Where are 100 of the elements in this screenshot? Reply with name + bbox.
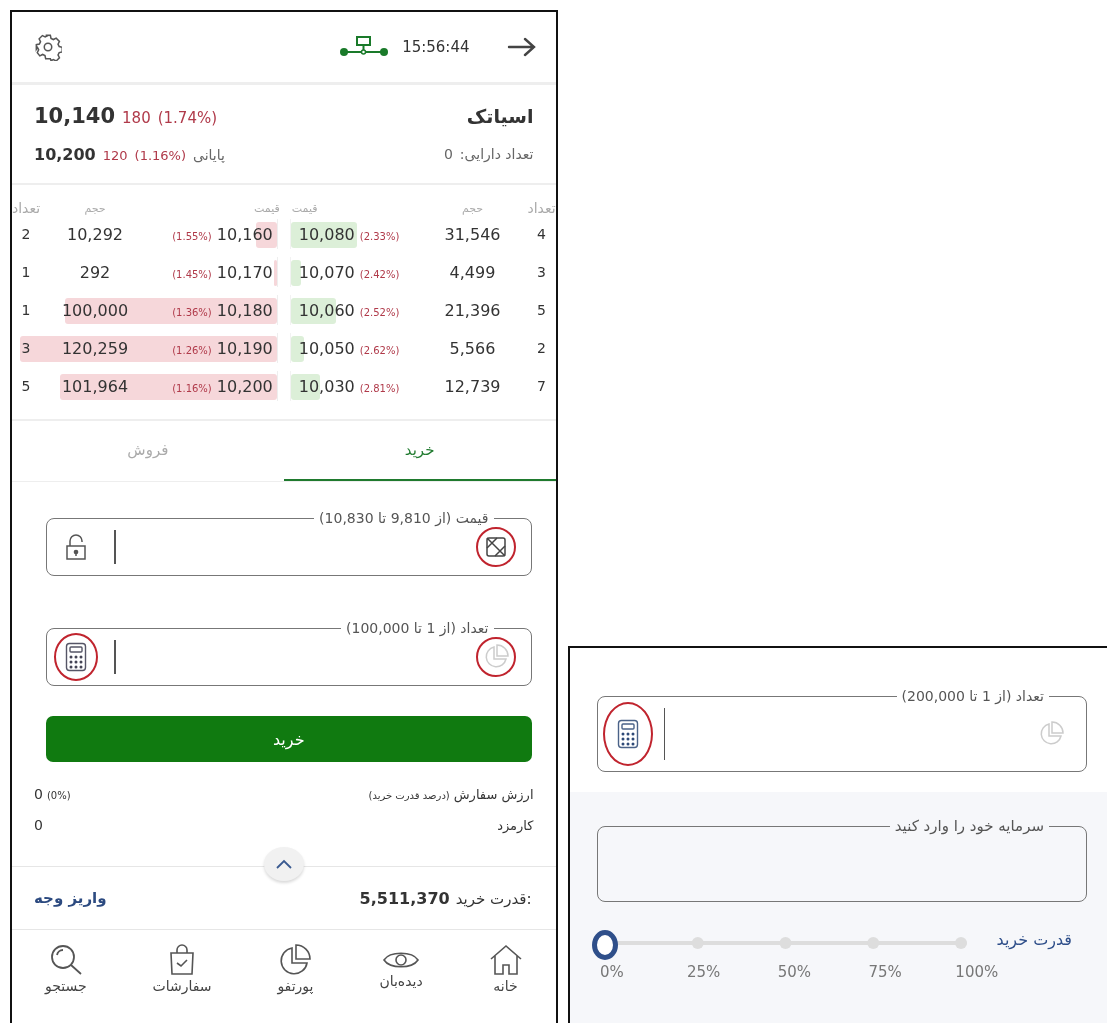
tab[interactable]: خرید: [283, 421, 556, 481]
settings-icon[interactable]: [34, 33, 62, 61]
column-header: قیمت: [253, 201, 281, 215]
order-price: 10,060: [298, 300, 355, 320]
text-cursor: [114, 530, 116, 564]
order-volume: 100,000: [60, 300, 130, 320]
holdings-value: 0: [443, 146, 453, 162]
unlocked-padlock-icon[interactable]: [65, 533, 87, 561]
order-price: 10,170: [216, 262, 273, 282]
order-count: 1: [20, 264, 32, 280]
summary-label: ارزش سفارش: [453, 787, 534, 802]
input-field[interactable]: تعداد (از 1 تا 200,000): [596, 686, 1087, 772]
price-percent: (1.55%): [172, 230, 212, 242]
price-percent: (1.45%): [172, 268, 212, 280]
slider-tick-label: 100%: [955, 963, 999, 981]
input-field[interactable]: سرمایه خود را وارد کنید: [596, 816, 1087, 902]
slider-tick-label: 75%: [868, 963, 902, 981]
order-count: 2: [536, 340, 547, 356]
calculator-icon[interactable]: [65, 642, 87, 672]
buying-power-label: قدرت خرید:: [455, 889, 532, 908]
buying-power-value: 5,511,370: [359, 888, 450, 908]
column-header: تعداد: [527, 200, 556, 216]
slider-tick-label: 25%: [686, 963, 721, 981]
summary-value: 0: [34, 786, 43, 802]
last-change: 180: [122, 109, 151, 127]
order-count: 1: [20, 302, 32, 318]
field-label: تعداد (از 1 تا 200,000): [896, 687, 1049, 705]
price-percent: (1.26%): [172, 344, 212, 356]
order-price: 10,200: [216, 376, 273, 396]
column-header: حجم: [83, 201, 107, 215]
input-field[interactable]: تعداد (از 1 تا 100,000): [46, 618, 532, 686]
order-count: 5: [536, 302, 547, 318]
order-price: 10,180: [216, 300, 273, 320]
home-icon: [488, 944, 523, 976]
order-volume: 21,396: [443, 300, 502, 320]
nav-item[interactable]: پورتفو: [271, 936, 320, 1002]
slider-thumb[interactable]: [591, 930, 618, 960]
network-connected-icon: [338, 35, 391, 59]
price-percent: (2.81%): [359, 382, 400, 394]
text-cursor: [114, 640, 116, 674]
nav-item[interactable]: جستجو: [38, 936, 93, 1002]
column-header: حجم: [460, 201, 485, 215]
order-volume: 5,566: [448, 338, 497, 358]
order-count: 7: [536, 378, 547, 394]
last-change-percent: (1.74%): [157, 109, 218, 127]
slashed-square-icon[interactable]: [483, 535, 508, 559]
holdings-label: تعداد دارایی:: [459, 146, 534, 162]
expand-button[interactable]: [263, 847, 304, 881]
shopping-bag-icon: [167, 944, 196, 976]
order-volume: 31,546: [443, 224, 502, 244]
price-percent: (1.16%): [172, 382, 212, 394]
summary-label: کارمزد: [497, 818, 534, 833]
order-volume: 101,964: [60, 376, 130, 396]
close-change-percent: (1.16%): [134, 147, 187, 163]
text-cursor: [663, 708, 665, 760]
price-percent: (2.42%): [359, 268, 400, 280]
order-volume: 292: [78, 262, 112, 282]
pie-chart-icon: [278, 944, 313, 976]
order-price: 10,070: [298, 262, 355, 282]
close-change: 120: [102, 147, 128, 163]
price-percent: (2.33%): [359, 230, 400, 242]
order-price: 10,190: [216, 338, 273, 358]
close-price: 10,200: [34, 144, 96, 164]
order-count: 4: [536, 226, 547, 242]
symbol-name: اسیاتک: [466, 105, 534, 127]
price-percent: (2.52%): [359, 306, 400, 318]
price-percent: (2.62%): [359, 344, 400, 356]
order-volume: 12,739: [443, 376, 502, 396]
summary-value-note: (0%): [46, 790, 71, 801]
order-count: 2: [20, 226, 32, 242]
field-placeholder: سرمایه خود را وارد کنید: [889, 817, 1049, 835]
order-count: 3: [536, 264, 547, 280]
slider-tick-label: 0%: [600, 963, 624, 981]
order-volume: 120,259: [60, 338, 130, 358]
forward-arrow-icon[interactable]: [505, 35, 538, 59]
nav-item[interactable]: خانه: [482, 936, 529, 1002]
nav-item[interactable]: دیده‌بان: [373, 936, 429, 1002]
column-header: تعداد: [12, 200, 40, 216]
search-icon: [48, 944, 83, 976]
nav-item[interactable]: سفارشات: [146, 936, 218, 1002]
eye-icon: [383, 949, 419, 971]
order-price: 10,030: [298, 376, 355, 396]
summary-value: 0: [34, 817, 43, 833]
order-price: 10,080: [298, 224, 355, 244]
summary-label-note: (درصد قدرت خرید): [368, 790, 450, 801]
slider-label: قدرت خرید: [996, 930, 1072, 949]
price-percent: (1.36%): [172, 306, 212, 318]
input-field[interactable]: قیمت (از 9,810 تا 10,830): [46, 508, 532, 576]
deposit-link[interactable]: واریز وجه: [34, 889, 107, 907]
order-volume: 4,499: [448, 262, 497, 282]
close-price-label: پایانی: [193, 146, 225, 163]
order-price: 10,160: [216, 224, 273, 244]
slider-tick-label: 50%: [777, 963, 811, 981]
field-label: قیمت (از 9,810 تا 10,830): [314, 509, 494, 527]
chevron-up-icon: [275, 859, 292, 869]
order-volume: 10,292: [66, 224, 124, 244]
calculator-icon[interactable]: [616, 719, 639, 749]
order-count: 5: [20, 378, 32, 394]
buy-button[interactable]: خرید: [46, 716, 532, 762]
clock-time: 15:56:44: [402, 38, 470, 56]
